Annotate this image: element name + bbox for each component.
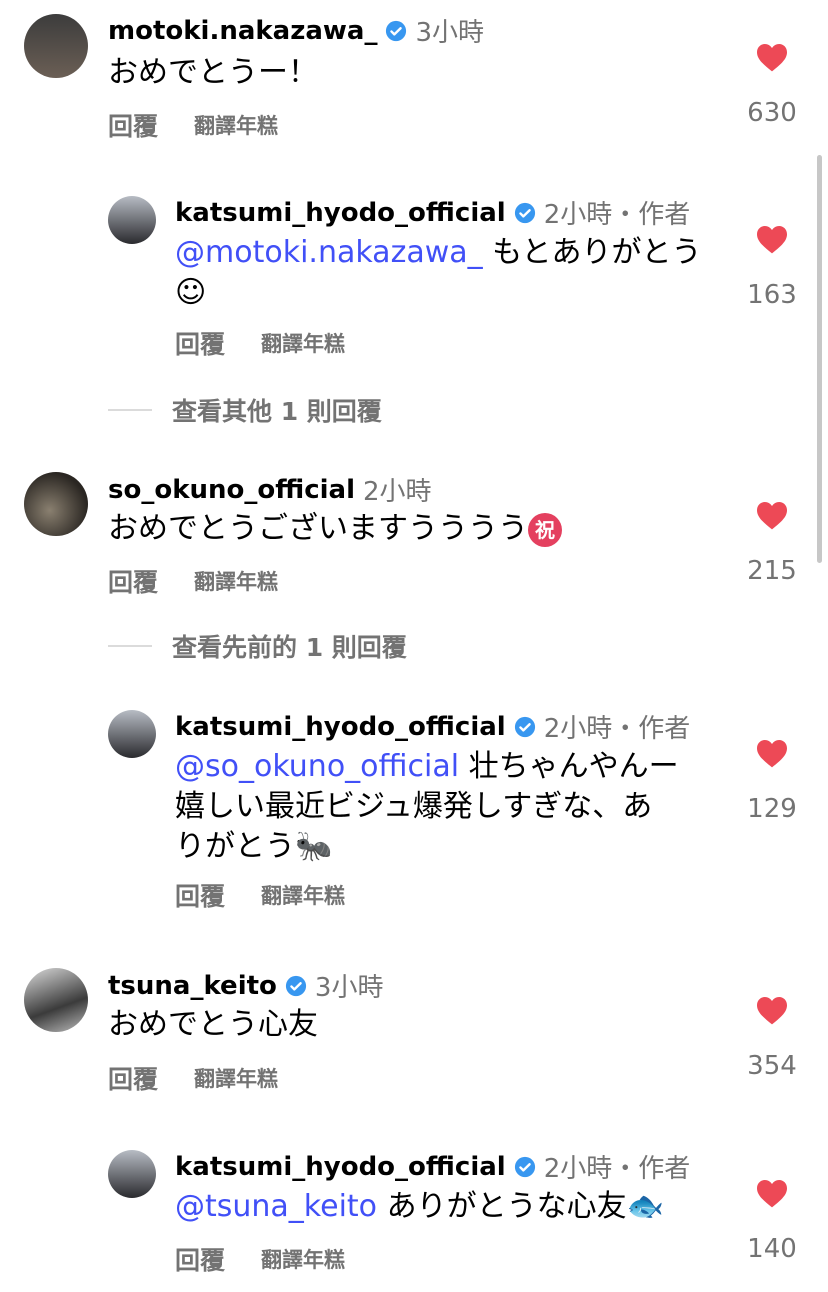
username[interactable]: katsumi_hyodo_official (175, 198, 506, 228)
username[interactable]: katsumi_hyodo_official (175, 1152, 506, 1182)
like-button[interactable]: 354 (732, 995, 812, 1081)
avatar[interactable] (108, 710, 156, 758)
comment-text: おめでとう心友 (108, 1007, 318, 1042)
heart-icon (757, 997, 787, 1025)
view-more-label[interactable]: 查看其他 1 則回覆 (172, 392, 382, 428)
reply-button[interactable]: 回覆 (108, 107, 158, 143)
comment-text: @motoki.nakazawa_ もとありがとう ☺ (175, 233, 735, 313)
verified-badge-icon (514, 202, 535, 223)
divider (108, 409, 152, 411)
username[interactable]: katsumi_hyodo_official (175, 712, 506, 742)
comment-time: 3小時 (415, 18, 485, 48)
like-button[interactable]: 140 (732, 1178, 812, 1264)
comment-text: @tsuna_keito ありがとうな心友🐟 (175, 1187, 715, 1227)
comment-time: 3小時 (314, 973, 384, 1003)
comment-text: @so_okuno_official 壮ちゃんやんー 嬉しい最近ビジュ爆発しすぎ… (175, 747, 715, 867)
view-previous-replies[interactable]: 查看先前的 1 則回覆 (108, 628, 407, 664)
mention-link[interactable]: @tsuna_keito (175, 1189, 377, 1224)
comment-text: おめでとうございますうううう祝 (108, 509, 562, 549)
reply-button[interactable]: 回覆 (108, 563, 158, 599)
avatar[interactable] (24, 472, 88, 536)
divider (108, 645, 152, 647)
like-button[interactable]: 630 (732, 42, 812, 128)
like-button[interactable]: 129 (732, 738, 812, 824)
mention-link[interactable]: @motoki.nakazawa_ (175, 235, 483, 270)
verified-badge-icon (386, 20, 407, 41)
translate-button[interactable]: 翻譯年糕 (194, 1063, 278, 1093)
avatar[interactable] (24, 14, 88, 78)
heart-icon (757, 44, 787, 72)
heart-icon (757, 740, 787, 768)
like-button[interactable]: 215 (732, 500, 812, 586)
like-count: 163 (747, 280, 797, 310)
verified-badge-icon (514, 1156, 535, 1177)
comment-text: おめでとうー！ (108, 55, 318, 90)
comment-time: 2小時 (363, 477, 432, 507)
reply-button[interactable]: 回覆 (175, 877, 225, 913)
heart-icon (757, 502, 787, 530)
username[interactable]: so_okuno_official (108, 475, 355, 505)
like-count: 630 (747, 98, 797, 128)
translate-button[interactable]: 翻譯年糕 (194, 566, 278, 596)
avatar[interactable] (24, 968, 88, 1032)
avatar[interactable] (108, 196, 156, 244)
translate-button[interactable]: 翻譯年糕 (261, 880, 345, 910)
avatar[interactable] (108, 1150, 156, 1198)
like-count: 354 (747, 1051, 797, 1081)
view-more-label[interactable]: 查看先前的 1 則回覆 (172, 628, 407, 664)
comment-time: 2小時・作者 (543, 200, 691, 230)
celebrate-emoji-icon: 祝 (528, 512, 562, 547)
username[interactable]: motoki.nakazawa_ (108, 16, 377, 46)
like-count: 129 (747, 794, 797, 824)
reply-button[interactable]: 回覆 (175, 325, 225, 361)
like-count: 140 (747, 1234, 797, 1264)
comment-body: ありがとうな心友🐟 (377, 1189, 664, 1224)
heart-icon (757, 1180, 787, 1208)
like-count: 215 (747, 556, 797, 586)
like-button[interactable]: 163 (732, 224, 812, 310)
scrollbar[interactable] (817, 155, 822, 563)
reply-button[interactable]: 回覆 (108, 1060, 158, 1096)
verified-badge-icon (285, 975, 306, 996)
view-more-replies[interactable]: 查看其他 1 則回覆 (108, 392, 382, 428)
username[interactable]: tsuna_keito (108, 971, 277, 1001)
verified-badge-icon (514, 716, 535, 737)
comment-time: 2小時・作者 (543, 714, 691, 744)
reply-button[interactable]: 回覆 (175, 1241, 225, 1277)
translate-button[interactable]: 翻譯年糕 (261, 328, 345, 358)
translate-button[interactable]: 翻譯年糕 (261, 1244, 345, 1274)
mention-link[interactable]: @so_okuno_official (175, 749, 459, 784)
comment-body: おめでとうございますうううう (108, 511, 528, 546)
heart-icon (757, 226, 787, 254)
translate-button[interactable]: 翻譯年糕 (194, 110, 278, 140)
comment-time: 2小時・作者 (543, 1154, 691, 1184)
